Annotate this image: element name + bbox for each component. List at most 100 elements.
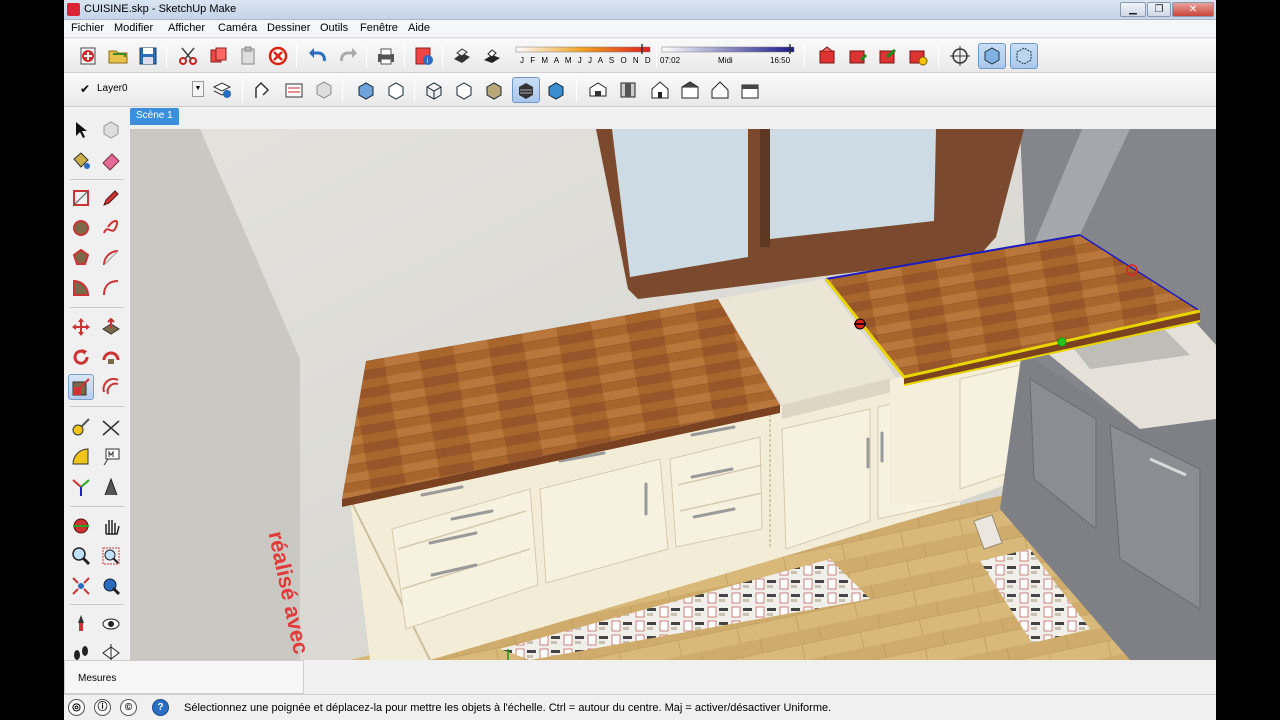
measurements-label: Mesures: [78, 673, 117, 684]
time-slider[interactable]: 07:02 Midi 16:50: [660, 44, 796, 68]
xray-style-icon[interactable]: [354, 78, 378, 102]
geolocation-icon[interactable]: ◎: [68, 699, 85, 716]
follow-me-icon[interactable]: [250, 78, 274, 102]
menu-fenetre[interactable]: Fenêtre: [360, 22, 398, 34]
menu-camera[interactable]: Caméra: [218, 22, 257, 34]
orbit-tool-icon[interactable]: [68, 513, 94, 539]
shaded-icon[interactable]: [482, 78, 506, 102]
credits-icon[interactable]: ©: [120, 699, 137, 716]
eraser-tool-icon[interactable]: [98, 147, 124, 173]
extension-warehouse-icon[interactable]: [906, 44, 930, 68]
erase-icon[interactable]: [266, 44, 290, 68]
layer-manager-icon[interactable]: [210, 78, 234, 102]
axes-tool-icon[interactable]: [68, 474, 94, 500]
two-point-arc-icon[interactable]: [98, 275, 124, 301]
move-tool-icon[interactable]: [68, 314, 94, 340]
look-around-icon[interactable]: [98, 611, 124, 637]
menu-fichier[interactable]: Fichier: [71, 22, 104, 34]
monochrome-icon[interactable]: [544, 78, 568, 102]
offset-tool-icon[interactable]: [98, 374, 124, 400]
left-view-icon[interactable]: [738, 78, 762, 102]
model-info-icon[interactable]: i: [412, 44, 436, 68]
push-pull-icon[interactable]: [98, 314, 124, 340]
back-edges-icon[interactable]: [1010, 43, 1038, 69]
rotate-tool-icon[interactable]: [68, 344, 94, 370]
components-icon[interactable]: [312, 78, 336, 102]
print-icon[interactable]: [374, 44, 398, 68]
scene-tab[interactable]: Scène 1: [130, 108, 179, 125]
scale-tool-icon[interactable]: [68, 374, 94, 400]
minimize-button[interactable]: ▁: [1120, 2, 1146, 17]
model-viewport[interactable]: réalisé avec C: [130, 129, 1216, 660]
wireframe-icon[interactable]: [422, 78, 446, 102]
toolbar-separator: [442, 44, 443, 68]
back-edges-style-icon[interactable]: [384, 78, 408, 102]
zoom-tool-icon[interactable]: [68, 543, 94, 569]
position-camera-tool-icon[interactable]: [68, 611, 94, 637]
warehouse-share-component-icon[interactable]: [876, 44, 900, 68]
open-folder-icon[interactable]: [106, 44, 130, 68]
month-slider[interactable]: J F M A M J J A S O N D: [514, 44, 652, 68]
help-icon[interactable]: ?: [152, 699, 169, 716]
warehouse-share-model-icon[interactable]: [846, 44, 870, 68]
shadows-toggle-icon[interactable]: [480, 44, 504, 68]
paint-bucket-icon[interactable]: [68, 147, 94, 173]
text-tool-icon[interactable]: [98, 444, 124, 470]
polygon-tool-icon[interactable]: [68, 245, 94, 271]
make-component-icon[interactable]: [282, 78, 306, 102]
circle-tool-icon[interactable]: [68, 215, 94, 241]
right-view-icon[interactable]: [678, 78, 702, 102]
menu-aide[interactable]: Aide: [408, 22, 430, 34]
make-component-tool-icon[interactable]: [98, 117, 124, 143]
toolbar-separator: [804, 44, 805, 68]
pencil-line-icon[interactable]: [98, 185, 124, 211]
layer-visible-check[interactable]: ✔: [80, 82, 90, 96]
front-view-icon[interactable]: [648, 78, 672, 102]
maximize-button[interactable]: ❐: [1147, 2, 1171, 17]
new-file-icon[interactable]: [76, 44, 100, 68]
iso-view-icon[interactable]: [586, 78, 610, 102]
layer-dropdown[interactable]: ▼: [192, 81, 204, 97]
select-tool-icon[interactable]: [68, 117, 94, 143]
time-end: 16:50: [770, 56, 791, 65]
top-view-icon[interactable]: [616, 78, 640, 102]
menu-modifier[interactable]: Modifier: [114, 22, 153, 34]
undo-icon[interactable]: [306, 44, 330, 68]
menu-bar: Fichier Modifier Afficher Caméra Dessine…: [64, 20, 1216, 38]
dimension-tool-icon[interactable]: [98, 414, 124, 440]
protractor-icon[interactable]: [68, 444, 94, 470]
menu-afficher[interactable]: Afficher: [168, 22, 205, 34]
save-icon[interactable]: [136, 44, 160, 68]
info-icon[interactable]: ⓘ: [94, 699, 111, 716]
hidden-line-icon[interactable]: [452, 78, 476, 102]
follow-me-tool-icon[interactable]: [98, 344, 124, 370]
zoom-extents-icon[interactable]: [68, 573, 94, 599]
shadow-settings-icon[interactable]: [450, 44, 474, 68]
main-toolbar: i J F M A M J J A S O N D 07:02 Midi 16:…: [64, 39, 1216, 73]
position-camera-icon[interactable]: [948, 44, 972, 68]
paste-icon[interactable]: [236, 44, 260, 68]
arc-tool-icon[interactable]: [98, 245, 124, 271]
menu-outils[interactable]: Outils: [320, 22, 348, 34]
redo-icon[interactable]: [336, 44, 360, 68]
shaded-textures-icon[interactable]: [512, 77, 540, 103]
tape-measure-icon[interactable]: [68, 414, 94, 440]
warehouse-get-models-icon[interactable]: [816, 44, 840, 68]
freehand-tool-icon[interactable]: [98, 215, 124, 241]
3d-text-icon[interactable]: [98, 474, 124, 500]
rectangle-tool-icon[interactable]: [68, 185, 94, 211]
toolbar-separator: [414, 78, 415, 102]
pie-tool-icon[interactable]: [68, 275, 94, 301]
menu-dessiner[interactable]: Dessiner: [267, 22, 310, 34]
copy-icon[interactable]: [206, 44, 230, 68]
cut-icon[interactable]: [176, 44, 200, 68]
zoom-window-icon[interactable]: [98, 543, 124, 569]
measurements-box[interactable]: Mesures: [64, 660, 304, 694]
back-view-icon[interactable]: [708, 78, 732, 102]
toolbar-separator: [404, 44, 405, 68]
palette-separator: [70, 307, 124, 308]
xray-mode-icon[interactable]: [978, 43, 1006, 69]
close-button[interactable]: ✕: [1172, 2, 1214, 17]
previous-view-icon[interactable]: [98, 573, 124, 599]
pan-tool-icon[interactable]: [98, 513, 124, 539]
